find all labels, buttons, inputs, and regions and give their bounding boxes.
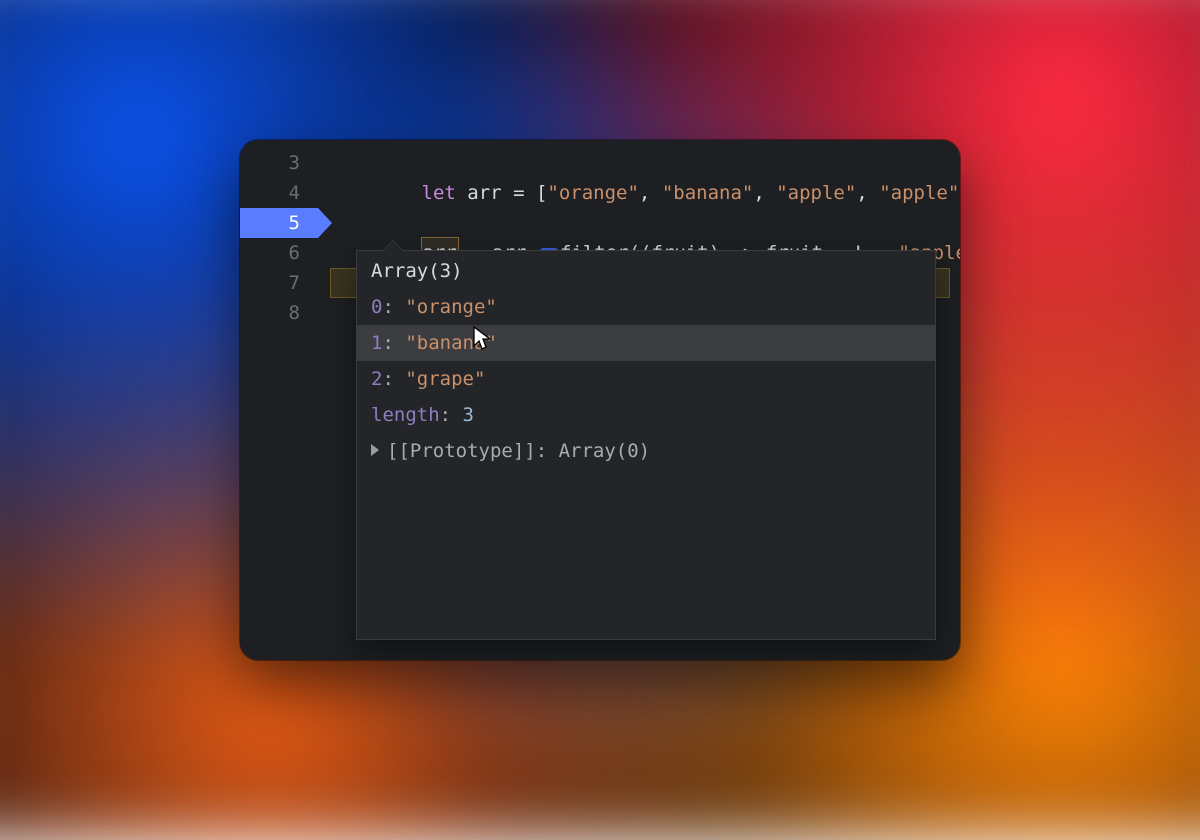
popup-row[interactable]: 0: "orange" (357, 289, 935, 325)
popup-pointer (383, 241, 403, 251)
token-string: "apple" (776, 182, 856, 204)
line-number[interactable]: 6 (240, 238, 300, 268)
popup-row[interactable]: 1: "banana" (357, 325, 935, 361)
popup-length-row[interactable]: length: 3 (357, 397, 935, 433)
code-editor-window: 3 4 5 6 7 8 let arr = ["orange", "banana… (240, 140, 960, 660)
token-string: "apple" (879, 182, 959, 204)
popup-value: "grape" (405, 368, 485, 390)
token-op: = (502, 182, 536, 204)
popup-prototype-row[interactable]: [[Prototype]]: Array(0) (357, 433, 935, 469)
triangle-collapsed-icon[interactable] (371, 444, 379, 456)
token-punc: , (856, 182, 879, 204)
popup-value: Array(0) (559, 440, 651, 462)
popup-value: "orange" (405, 296, 497, 318)
token-punc: [ (536, 182, 547, 204)
popup-key: [[Prototype]] (387, 440, 536, 462)
token-punc: , (959, 182, 960, 204)
popup-row[interactable]: 2: "grape" (357, 361, 935, 397)
popup-key: 2 (371, 368, 382, 390)
line-number[interactable]: 7 (240, 268, 300, 298)
popup-key: length (371, 404, 440, 426)
token-identifier: arr (467, 182, 501, 204)
gutter[interactable]: 3 4 5 6 7 8 (240, 140, 318, 660)
token-punc: , (639, 182, 662, 204)
popup-key: 1 (371, 332, 382, 354)
line-number-current[interactable]: 5 (240, 208, 300, 238)
line-number[interactable]: 4 (240, 178, 300, 208)
stage: 3 4 5 6 7 8 let arr = ["orange", "banana… (0, 0, 1200, 800)
popup-key: 0 (371, 296, 382, 318)
popup-value: 3 (463, 404, 474, 426)
popup-value: "banana" (405, 332, 497, 354)
token-punc: , (753, 182, 776, 204)
debug-hover-popup[interactable]: Array(3) 0: "orange" 1: "banana" 2: "gra… (356, 250, 936, 640)
popup-header: Array(3) (357, 251, 935, 289)
code-line-current[interactable]: arr = arr.filter((fruit) => fruit !== "a… (330, 208, 960, 238)
line-number[interactable]: 8 (240, 298, 300, 328)
line-number[interactable]: 3 (240, 148, 300, 178)
token-keyword: let (422, 182, 456, 204)
code-line[interactable]: let arr = ["orange", "banana", "apple", … (330, 148, 960, 178)
token-string: "orange" (547, 182, 639, 204)
token-string: "banana" (662, 182, 754, 204)
